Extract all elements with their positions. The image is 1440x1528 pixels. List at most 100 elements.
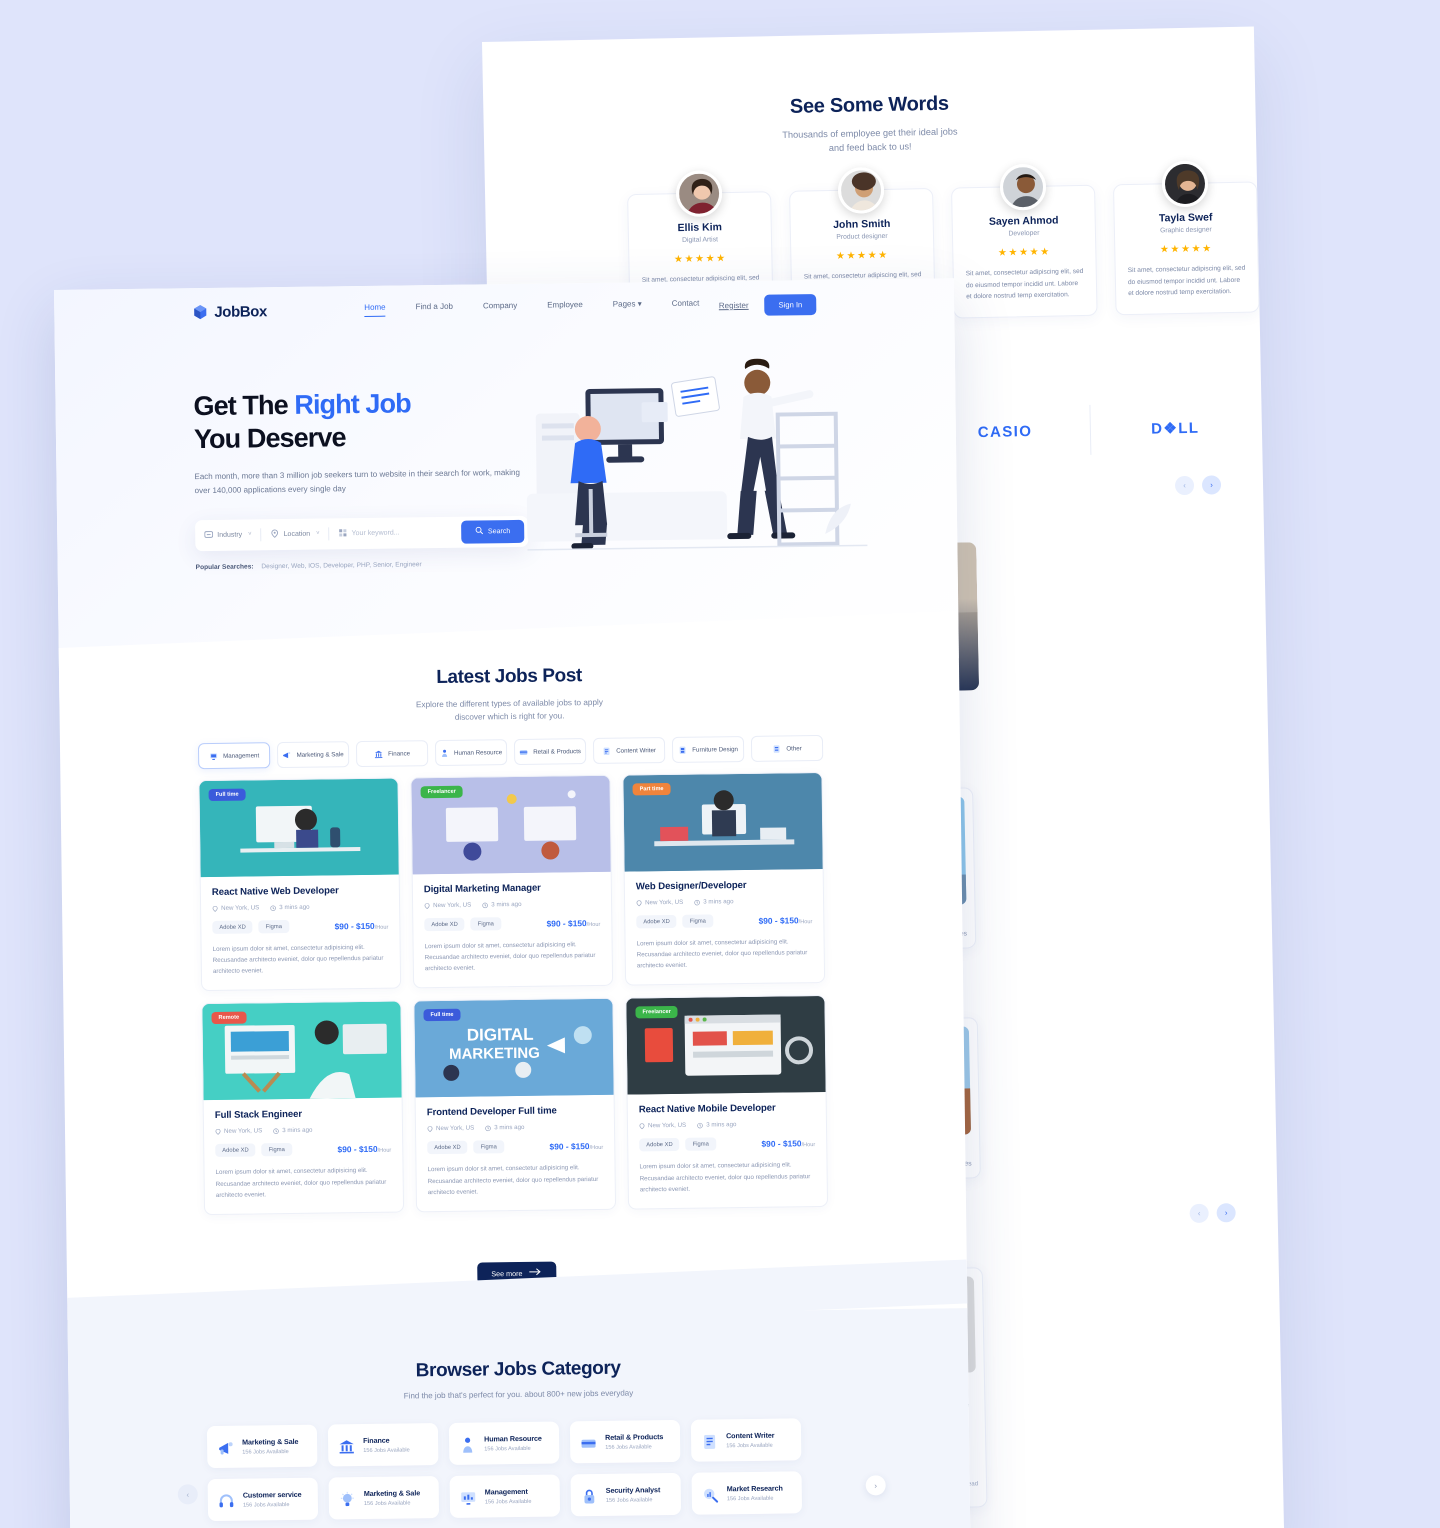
- location-select[interactable]: Location ˅: [271, 528, 320, 540]
- category-carousel-prev[interactable]: ‹: [177, 1484, 198, 1505]
- hero-title: Get The Right Job You Deserve: [193, 388, 411, 455]
- tab-management[interactable]: Management: [197, 742, 271, 770]
- job-price: $90 - $150/Hour: [761, 1138, 816, 1149]
- job-tag[interactable]: Adobe XD: [639, 1138, 680, 1152]
- nav-link-find-a-job[interactable]: Find a Job: [416, 302, 454, 316]
- chevron-down-icon: ▾: [637, 299, 642, 309]
- browse-category-card[interactable]: Retail & Products 156 Jobs Available: [569, 1419, 681, 1464]
- category-card-count: 156 Jobs Available: [242, 1502, 290, 1509]
- job-tag[interactable]: Figma: [682, 914, 713, 928]
- signin-button[interactable]: Sign In: [764, 293, 817, 316]
- job-tag[interactable]: Figma: [258, 919, 289, 934]
- grid-icon: [339, 528, 348, 539]
- tab-marketing-sale[interactable]: Marketing & Sale: [276, 741, 350, 769]
- job-description: Lorem ipsum dolor sit amet, consectetur …: [639, 1161, 811, 1194]
- job-description: Lorem ipsum dolor sit amet, consectetur …: [215, 1167, 387, 1199]
- industry-label: Industry: [217, 531, 243, 539]
- carousel-prev-icon[interactable]: ‹: [1189, 1203, 1209, 1224]
- job-tag[interactable]: Figma: [685, 1137, 716, 1152]
- tab-retail-products[interactable]: Retail & Products: [513, 738, 587, 766]
- job-card[interactable]: Remote Full Stack Engineer New York, US …: [201, 1000, 405, 1216]
- search-button-label: Search: [487, 527, 511, 536]
- see-more-label: See more: [491, 1268, 523, 1278]
- job-tag[interactable]: Adobe XD: [636, 914, 677, 929]
- testimonial-text: Sit amet, consectetur adipiscing elit, s…: [965, 267, 1084, 301]
- job-tag[interactable]: Figma: [261, 1143, 292, 1157]
- category-card-label: Content Writer: [725, 1430, 775, 1441]
- job-tag[interactable]: Adobe XD: [424, 917, 465, 932]
- monitor-chart-icon: [460, 1490, 477, 1507]
- browse-category-card[interactable]: Human Resource 156 Jobs Available: [448, 1421, 560, 1465]
- carousel-prev-icon[interactable]: ‹: [1174, 475, 1195, 496]
- job-price: $90 - $150/Hour: [334, 920, 389, 931]
- browse-category-card[interactable]: Security Analyst 156 Jobs Available: [570, 1472, 682, 1517]
- foreground-page: JobBox Home Find a Job Company Employee …: [54, 278, 971, 1528]
- job-tag[interactable]: Figma: [470, 917, 501, 931]
- testimonial-card[interactable]: Sayen Ahmod Developer ★★★★★ Sit amet, co…: [951, 163, 1098, 319]
- browse-category-card[interactable]: Finance 156 Jobs Available: [327, 1423, 439, 1467]
- industry-select[interactable]: Industry ˅: [204, 529, 252, 541]
- nav-link-company[interactable]: Company: [483, 301, 517, 315]
- browse-category-card[interactable]: Customer service 156 Jobs Available: [207, 1477, 319, 1522]
- document-icon: [701, 1433, 718, 1450]
- testimonial-card[interactable]: Tayla Swef Graphic designer ★★★★★ Sit am…: [1112, 160, 1260, 315]
- avatar: [999, 163, 1047, 211]
- card-icon: [519, 747, 528, 756]
- job-card[interactable]: Full time React Native Web Developer New…: [198, 777, 402, 992]
- nav-link-contact[interactable]: Contact: [672, 299, 700, 313]
- logo[interactable]: JobBox: [192, 303, 267, 321]
- category-card-label: Retail & Products: [605, 1432, 664, 1442]
- job-tag[interactable]: Figma: [473, 1140, 504, 1155]
- category-card-count: 156 Jobs Available: [363, 1447, 410, 1455]
- browse-category-card[interactable]: Management 156 Jobs Available: [449, 1474, 561, 1518]
- job-card-list: Full time React Native Web Developer New…: [198, 771, 829, 1216]
- job-card[interactable]: Freelancer Digital Marketing Manager New…: [410, 774, 614, 989]
- browse-category-card[interactable]: Marketing & Sale 156 Jobs Available: [328, 1476, 440, 1520]
- testimonials-title: See Some Words: [789, 92, 949, 118]
- category-card-count: 156 Jobs Available: [605, 1444, 652, 1451]
- job-tag[interactable]: Adobe XD: [212, 920, 253, 934]
- category-card-count: 156 Jobs Available: [605, 1497, 653, 1504]
- nav-link-home[interactable]: Home: [364, 303, 386, 317]
- search-chart-icon: [702, 1486, 719, 1503]
- testimonial-name: Sayen Ahmod: [988, 214, 1059, 228]
- svg-text:MARKETING: MARKETING: [449, 1045, 540, 1063]
- carousel-next-icon[interactable]: ›: [1216, 1203, 1236, 1223]
- rating-stars: ★★★★★: [997, 246, 1051, 259]
- chevron-down-icon: ˅: [316, 530, 320, 537]
- job-tag[interactable]: Adobe XD: [215, 1143, 256, 1158]
- megaphone-icon: [282, 750, 291, 759]
- job-location: New York, US: [424, 902, 471, 910]
- category-card-count: 156 Jobs Available: [484, 1445, 531, 1453]
- tab-furniture-design[interactable]: Furniture Design: [671, 736, 745, 763]
- tab-human-resource[interactable]: Human Resource: [434, 739, 508, 767]
- tab-other[interactable]: Other: [750, 734, 824, 762]
- testimonial-text: Sit amet, consectetur adipiscing elit, s…: [1127, 264, 1246, 298]
- browse-category-card[interactable]: Market Research 156 Jobs Available: [691, 1471, 803, 1515]
- category-carousel-next[interactable]: ›: [865, 1475, 886, 1496]
- job-location: New York, US: [639, 1122, 686, 1130]
- category-card-count: 156 Jobs Available: [363, 1500, 411, 1508]
- job-card[interactable]: Part time Web Designer/Developer New Yor…: [622, 771, 826, 987]
- browse-category-card[interactable]: Content Writer 156 Jobs Available: [690, 1418, 802, 1462]
- nav-link-employee[interactable]: Employee: [547, 300, 583, 314]
- job-thumbnail: Full time: [199, 778, 401, 878]
- carousel-next-icon[interactable]: ›: [1201, 475, 1222, 495]
- job-card[interactable]: DIGITAL MARKETING Full time Frontend Deve…: [413, 998, 617, 1213]
- other-icon: [772, 744, 781, 753]
- management-icon: [209, 751, 218, 760]
- keyword-input[interactable]: Your keyword...: [339, 527, 400, 539]
- register-link[interactable]: Register: [719, 300, 749, 309]
- divider: [328, 527, 330, 541]
- search-button[interactable]: Search: [460, 519, 525, 544]
- industry-icon: [204, 530, 214, 541]
- job-card[interactable]: Freelancer React Native Mobile Developer…: [625, 995, 829, 1210]
- job-tag[interactable]: Adobe XD: [427, 1141, 468, 1155]
- tab-finance[interactable]: Finance: [355, 740, 429, 768]
- nav-link-pages[interactable]: Pages ▾: [613, 299, 642, 313]
- tab-content-writer[interactable]: Content Writer: [592, 737, 666, 764]
- job-type-badge: Part time: [632, 782, 671, 796]
- avatar: [1161, 160, 1209, 208]
- latest-jobs-header: Latest Jobs Post Explore the different t…: [59, 660, 960, 729]
- browse-category-card[interactable]: Marketing & Sale 156 Jobs Available: [206, 1424, 318, 1469]
